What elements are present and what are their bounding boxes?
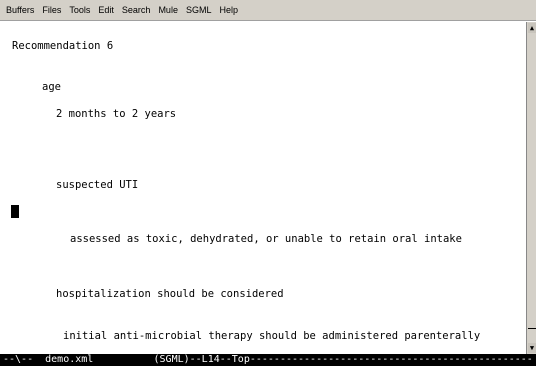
- menu-buffers[interactable]: Buffers: [2, 5, 38, 15]
- text-line-assessed: assessed as toxic, dehydrated, or unable…: [70, 233, 462, 245]
- text-line-age: age: [42, 81, 61, 93]
- menu-search[interactable]: Search: [118, 5, 155, 15]
- text-line-recommendation: Recommendation 6: [12, 40, 114, 52]
- scroll-up-icon[interactable]: ▲: [528, 23, 536, 33]
- scroll-down-icon[interactable]: ▼: [528, 343, 536, 353]
- editor-text-area[interactable]: Recommendation 6 age 2 months to 2 years…: [0, 22, 525, 354]
- text-line-therapy: initial anti-microbial therapy should be…: [63, 330, 481, 342]
- text-cursor: [11, 205, 19, 218]
- menu-bar: Buffers Files Tools Edit Search Mule SGM…: [0, 0, 536, 21]
- text-line-hospitalization: hospitalization should be considered: [56, 288, 284, 300]
- mode-line: --\-- demo.xml (SGML)--L14--Top---------…: [0, 354, 536, 366]
- menu-help[interactable]: Help: [215, 5, 242, 15]
- menu-tools[interactable]: Tools: [65, 5, 94, 15]
- menu-mule[interactable]: Mule: [154, 5, 182, 15]
- menu-sgml[interactable]: SGML: [182, 5, 216, 15]
- menu-edit[interactable]: Edit: [94, 5, 118, 15]
- scroll-thumb[interactable]: [528, 328, 536, 329]
- text-line-suspected-uti: suspected UTI: [56, 179, 139, 191]
- vertical-scrollbar[interactable]: ▲ ▼: [526, 22, 536, 354]
- menu-files[interactable]: Files: [38, 5, 65, 15]
- text-line-age-range: 2 months to 2 years: [56, 108, 177, 120]
